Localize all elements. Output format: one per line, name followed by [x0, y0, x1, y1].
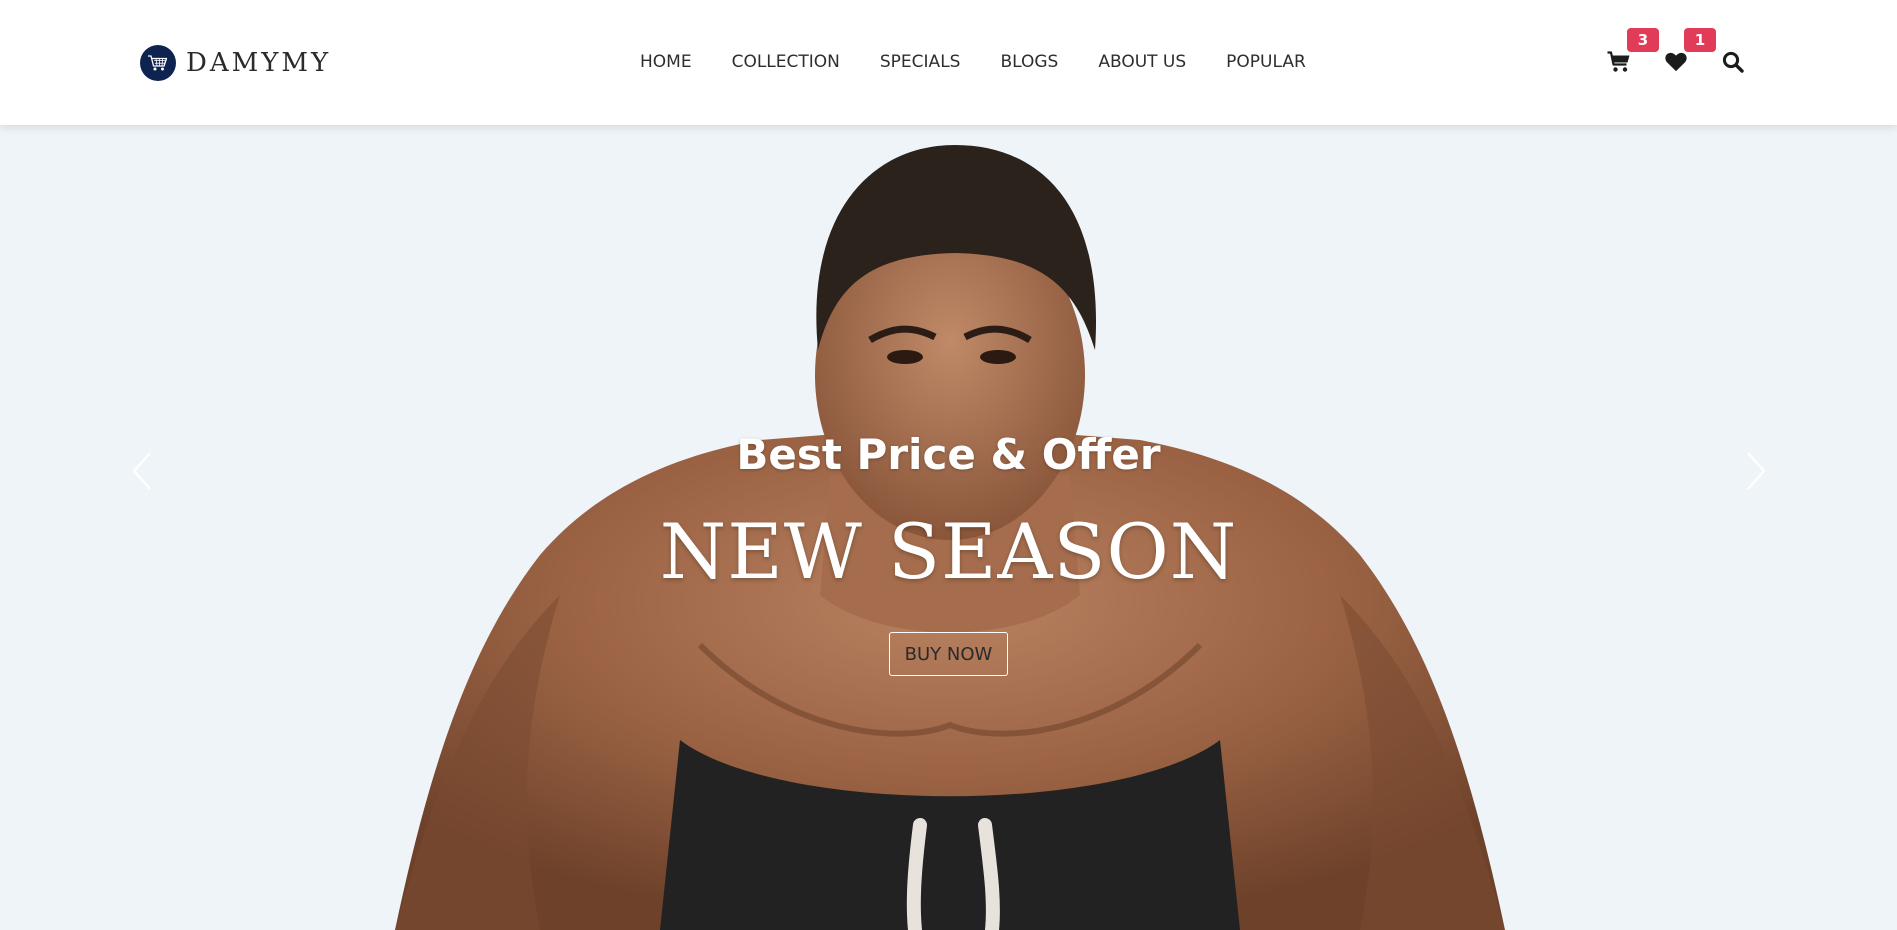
hero-title: NEW SEASON	[659, 507, 1238, 596]
hero-subtitle: Best Price & Offer	[736, 430, 1161, 479]
nav-item-collection[interactable]: COLLECTION	[732, 52, 840, 72]
shopping-cart-icon	[140, 45, 176, 81]
nav-item-about-us[interactable]: ABOUT US	[1098, 52, 1186, 72]
nav-item-popular[interactable]: POPULAR	[1226, 52, 1306, 72]
buy-now-button[interactable]: BUY NOW	[889, 632, 1008, 676]
nav-item-specials[interactable]: SPECIALS	[880, 52, 961, 72]
brand-name: DAMYMY	[186, 48, 332, 78]
site-header: DAMYMY HOME COLLECTION SPECIALS BLOGS AB…	[0, 0, 1897, 125]
wishlist-count-badge: 1	[1684, 28, 1716, 52]
nav-item-blogs[interactable]: BLOGS	[1000, 52, 1058, 72]
main-nav: HOME COLLECTION SPECIALS BLOGS ABOUT US …	[640, 52, 1306, 72]
cart-count-badge: 3	[1627, 28, 1659, 52]
heart-icon	[1665, 52, 1687, 72]
search-button[interactable]	[1719, 48, 1747, 76]
nav-item-home[interactable]: HOME	[640, 52, 692, 72]
brand-logo[interactable]: DAMYMY	[140, 44, 331, 82]
hero-slider: Best Price & Offer NEW SEASON BUY NOW	[0, 125, 1897, 930]
search-icon	[1722, 51, 1744, 73]
wishlist-button[interactable]: 1	[1662, 28, 1716, 76]
cart-button[interactable]: 3	[1605, 28, 1659, 76]
cart-icon	[1607, 51, 1630, 72]
